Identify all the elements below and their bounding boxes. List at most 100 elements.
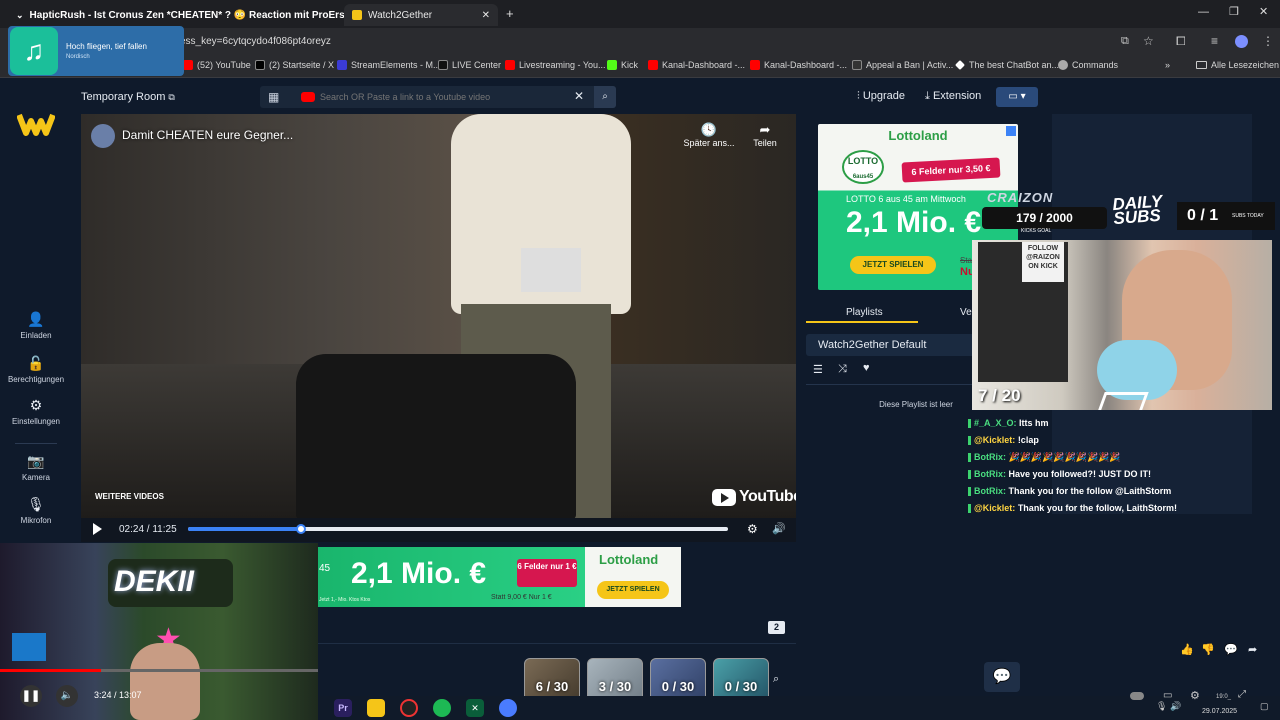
ad-cta-button[interactable]: JETZT SPIELEN: [850, 256, 936, 274]
heart-icon[interactable]: ♥: [863, 362, 870, 374]
tab-active-indicator: [806, 321, 918, 323]
tab-watch2gether[interactable]: Watch2Gether ✕: [344, 4, 498, 26]
fullscreen-icon[interactable]: ⤢: [1238, 689, 1246, 700]
ad-bottom-cta[interactable]: JETZT SPIELEN: [597, 581, 669, 599]
url-field[interactable]: ccess_key=6cytqcydo4f086pt4oreyz: [170, 36, 331, 47]
bookmarks-bar: (52) YouTube (2) Startseite / X StreamEl…: [0, 56, 1280, 78]
chatbot-icon: [955, 60, 965, 70]
bookmark-commands[interactable]: Commands: [1058, 60, 1118, 70]
w2g-logo[interactable]: [16, 111, 56, 137]
share-button[interactable]: ➦ Teilen: [745, 122, 785, 148]
bookmark-x[interactable]: (2) Startseite / X: [255, 60, 334, 70]
shuffle-icon[interactable]: ⤨: [838, 363, 847, 376]
minimize-icon[interactable]: —: [1198, 6, 1209, 18]
ad-bottom-amount: 2,1 Mio. €: [351, 557, 487, 590]
video-controls: 02:24 / 11:25 ⚙ 🔊: [81, 518, 796, 542]
overlay-brand: CRAIZON: [987, 190, 1054, 205]
premiere-icon[interactable]: Pr: [334, 699, 352, 717]
room-title[interactable]: Temporary Room ⧉: [81, 91, 175, 103]
chat-toggle-icon[interactable]: 💬: [984, 662, 1020, 692]
close-tab-icon[interactable]: ✕: [482, 10, 490, 21]
chrome-icon[interactable]: [499, 699, 517, 717]
now-playing-popup[interactable]: ♫ Hoch fliegen, tief fallen Nordisch: [8, 26, 184, 76]
microphone-icon[interactable]: 🎙: [1156, 701, 1167, 712]
close-window-icon[interactable]: ✕: [1259, 5, 1268, 18]
volume-icon[interactable]: 🔊: [772, 522, 786, 535]
zoom-icon[interactable]: ⌕: [773, 673, 779, 686]
speaker-icon[interactable]: 🔊: [1170, 701, 1181, 712]
ad-choices-icon[interactable]: [1006, 126, 1016, 136]
kebab-menu-icon[interactable]: ⋮: [1262, 34, 1274, 48]
chevron-down-icon[interactable]: ⌄: [16, 10, 24, 21]
video-player[interactable]: Damit CHEATEN eure Gegner... 🕓 Später an…: [81, 114, 796, 519]
bookmark-kick[interactable]: Kick: [607, 60, 638, 70]
video-title[interactable]: Damit CHEATEN eure Gegner...: [122, 128, 293, 142]
gear-icon[interactable]: ⚙: [1190, 689, 1200, 702]
settings-button[interactable]: ⚙ Einstellungen: [0, 397, 72, 426]
ad-lottoland-bottom[interactable]: 45 2,1 Mio. € 6 Felder nur 1 € Statt 9,0…: [317, 547, 681, 607]
bookmark-chatbot[interactable]: The best ChatBot an...: [955, 60, 1059, 70]
clear-search-icon[interactable]: ✕: [574, 89, 584, 103]
thumbs-up-icon[interactable]: 👍: [1180, 643, 1194, 656]
bookmark-streamelements[interactable]: StreamElements - M...: [337, 60, 441, 70]
more-videos-label[interactable]: WEITERE VIDEOS: [95, 492, 164, 501]
tray-time: 19:0_: [1216, 694, 1232, 700]
tab-hapticrush[interactable]: ⌄ HapticRush - Ist Cronus Zen *CHEATEN* …: [8, 4, 344, 26]
bookmark-live-center[interactable]: LIVE Center: [438, 60, 501, 70]
tab-other[interactable]: Ve: [960, 307, 972, 318]
neon-sign: DEKII: [108, 559, 233, 607]
search-input[interactable]: [320, 88, 570, 106]
streamelements-icon: [337, 60, 347, 70]
bookmark-youtube[interactable]: (52) YouTube: [183, 60, 251, 70]
webcam-poster: FOLLOW @RAIZON ON KICK: [1022, 242, 1064, 282]
obs-icon[interactable]: [400, 699, 418, 717]
volume-icon[interactable]: 🔈: [56, 685, 78, 707]
tab-playlists[interactable]: Playlists: [846, 307, 883, 318]
cast-icon[interactable]: ⧉: [1121, 35, 1129, 48]
extensions-icon[interactable]: ⧠: [1176, 34, 1186, 49]
bookmark-kanal-dashboard-1[interactable]: Kanal-Dashboard -...: [648, 60, 745, 70]
search-icon[interactable]: ⌕: [594, 86, 616, 108]
all-bookmarks[interactable]: Alle Lesezeichen: [1196, 60, 1279, 70]
bookmark-livestreaming[interactable]: Livestreaming - You...: [505, 60, 606, 70]
star-icon[interactable]: ☆: [1143, 34, 1154, 48]
pause-icon[interactable]: ❚❚: [20, 685, 42, 707]
notification-icon[interactable]: ▢: [1260, 701, 1269, 712]
media-icon[interactable]: ≡: [1211, 34, 1218, 48]
video-progress-handle[interactable]: [296, 524, 307, 534]
share-icon[interactable]: ➦: [1248, 643, 1257, 656]
permissions-button[interactable]: 🔓 Berechtigungen: [0, 355, 72, 384]
restore-icon[interactable]: ❐: [1229, 5, 1239, 18]
chart-icon: ⫶: [857, 90, 860, 102]
extension-button[interactable]: ⤓ Extension: [925, 90, 981, 103]
new-tab-icon[interactable]: +: [506, 6, 514, 21]
layout-menu-button[interactable]: ▭ ▾: [996, 87, 1038, 107]
grid-icon[interactable]: ▦: [268, 90, 279, 104]
bookmark-appeal-ban[interactable]: Appeal a Ban | Activ...: [852, 60, 953, 70]
comment-icon[interactable]: 💬: [1224, 643, 1238, 656]
left-cam-progress-track[interactable]: [0, 669, 318, 672]
upgrade-button[interactable]: ⫶ Upgrade: [857, 90, 905, 103]
gear-icon[interactable]: ⚙: [747, 522, 758, 536]
toggle-icon[interactable]: [1130, 692, 1144, 700]
invite-button[interactable]: 👤 Einladen: [0, 311, 72, 340]
left-cam-time: 3:24 / 13:07: [94, 690, 142, 700]
monitor-icon[interactable]: ▭: [1163, 690, 1172, 701]
profile-avatar[interactable]: [1235, 35, 1248, 48]
video-progress-track[interactable]: [188, 524, 728, 534]
folder-icon[interactable]: [367, 699, 385, 717]
bookmark-kanal-dashboard-2[interactable]: Kanal-Dashboard -...: [750, 60, 847, 70]
bookmarks-overflow-icon[interactable]: »: [1165, 60, 1170, 70]
spotify-icon[interactable]: [433, 699, 451, 717]
copy-icon[interactable]: ⧉: [168, 92, 174, 102]
camera-button[interactable]: 📷 Kamera: [0, 453, 72, 482]
list-icon[interactable]: ☰: [813, 363, 823, 376]
thumbs-down-icon[interactable]: 👎: [1201, 643, 1215, 656]
excel-icon[interactable]: ✕: [466, 699, 484, 717]
play-icon[interactable]: [93, 523, 102, 535]
channel-avatar[interactable]: [91, 124, 115, 148]
watch-later-button[interactable]: 🕓 Später ans...: [681, 122, 737, 148]
youtube-brand[interactable]: YouTube: [712, 488, 796, 506]
download-icon: ⤓: [925, 90, 930, 102]
microphone-button[interactable]: 🎙 Mikrofon: [0, 496, 72, 525]
